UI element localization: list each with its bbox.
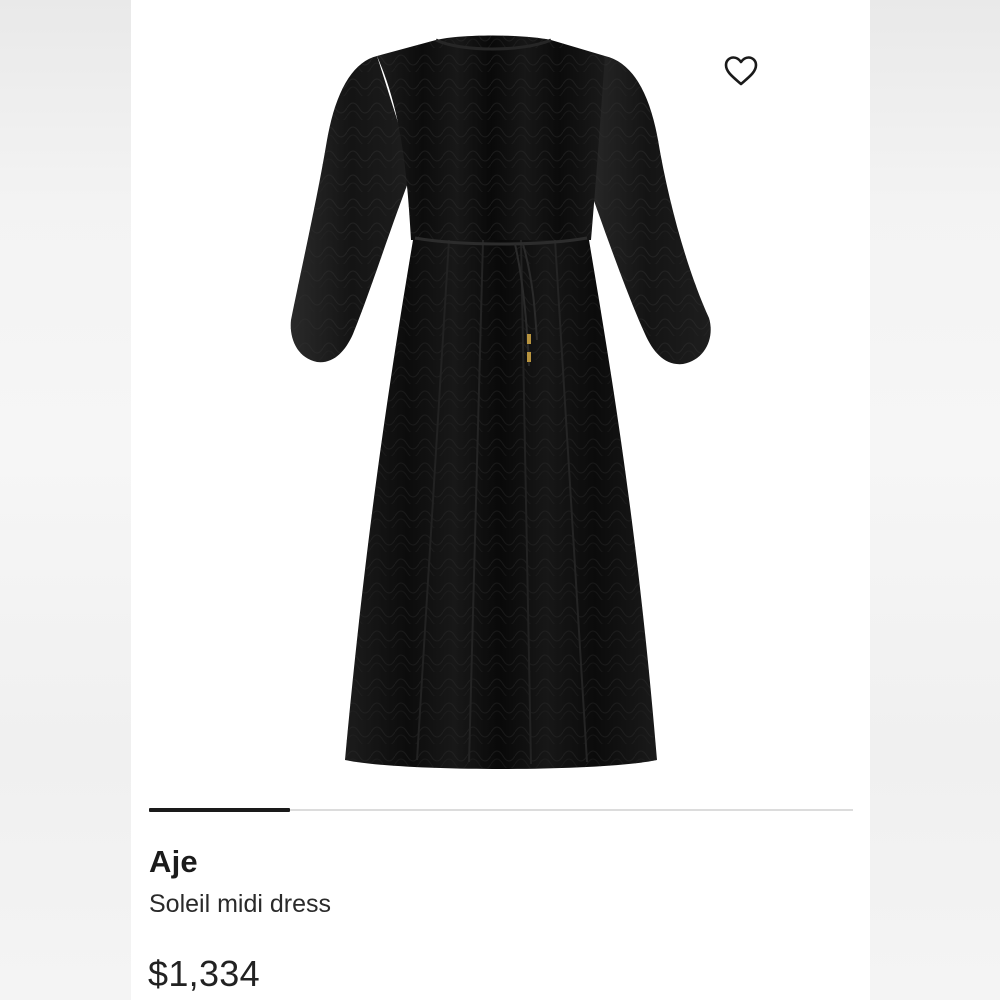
carousel-indicator (149, 808, 853, 812)
carousel-indicator-active (149, 808, 290, 812)
brand-name[interactable]: Aje (149, 844, 198, 880)
dress-photo (290, 35, 711, 769)
product-screenshot: Aje Soleil midi dress $1,334 (0, 0, 1000, 1000)
product-card: Aje Soleil midi dress $1,334 (131, 0, 870, 1000)
product-title[interactable]: Soleil midi dress (149, 890, 331, 919)
left-blurred-gutter (0, 0, 131, 1000)
product-price: $1,334 (148, 953, 260, 994)
right-blurred-gutter (870, 0, 1000, 1000)
wishlist-button[interactable] (721, 52, 761, 90)
product-image[interactable] (131, 0, 870, 790)
heart-outline-icon (724, 56, 758, 86)
